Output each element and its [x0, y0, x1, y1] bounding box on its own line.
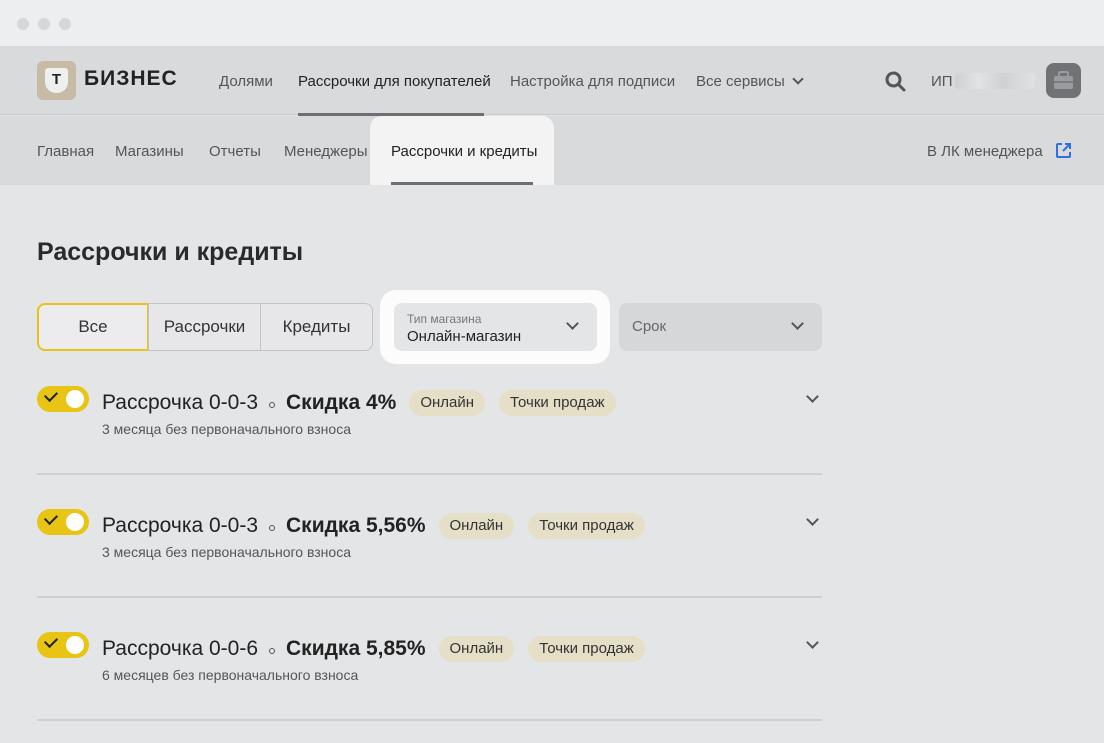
topnav-item-all-services[interactable]: Все сервисы [696, 73, 804, 90]
window-maximize-dot[interactable] [59, 18, 71, 30]
offer-toggle[interactable] [37, 386, 89, 412]
subnav-active-underline [391, 182, 533, 185]
list-item: Рассрочка 0-0-3 Скидка 5,56% Онлайн Точк… [37, 509, 822, 599]
check-icon [43, 633, 59, 649]
chip-online: Онлайн [438, 513, 515, 539]
user-name-redacted [955, 73, 1035, 89]
external-link-icon[interactable] [1055, 142, 1072, 159]
window-close-dot[interactable] [17, 18, 29, 30]
chip-pos: Точки продаж [499, 390, 616, 416]
check-icon [43, 387, 59, 403]
separator-dot-icon [269, 648, 276, 654]
offer-toggle[interactable] [37, 632, 89, 658]
subnav-active-label: Рассрочки и кредиты [391, 143, 538, 160]
chip-pos: Точки продаж [528, 636, 645, 662]
offer-description: 3 месяца без первоначального взноса [102, 421, 351, 437]
divider [37, 473, 822, 475]
store-type-select[interactable]: Тип магазина Онлайн-магазин [394, 303, 597, 351]
check-icon [43, 510, 59, 526]
offer-title: Рассрочка 0-0-6 Скидка 5,85% Онлайн Точк… [102, 636, 645, 662]
manager-cabinet-link[interactable]: В ЛК менеджера [927, 143, 1043, 160]
offer-description: 6 месяцев без первоначального взноса [102, 667, 359, 683]
list-item: Рассрочка 0-0-6 Скидка 5,85% Онлайн Точк… [37, 632, 822, 722]
term-placeholder: Срок [632, 318, 667, 335]
user-prefix[interactable]: ИП [931, 73, 953, 90]
offer-name: Рассрочка 0-0-3 [102, 391, 259, 414]
expand-chevron-icon[interactable] [806, 513, 819, 526]
list-item: Рассрочка 0-0-3 Скидка 4% Онлайн Точки п… [37, 386, 822, 476]
offer-name: Рассрочка 0-0-6 [102, 637, 259, 660]
segment-all[interactable]: Все [37, 303, 149, 351]
chevron-down-icon [792, 73, 804, 85]
store-type-highlight: Тип магазина Онлайн-магазин [380, 290, 610, 364]
expand-chevron-icon[interactable] [806, 390, 819, 403]
offer-name: Рассрочка 0-0-3 [102, 514, 259, 537]
store-type-value: Онлайн-магазин [407, 328, 522, 345]
subnav-item-stores[interactable]: Магазины [115, 143, 184, 160]
divider [37, 596, 822, 598]
all-services-label: Все сервисы [696, 73, 785, 90]
offer-title: Рассрочка 0-0-3 Скидка 5,56% Онлайн Точк… [102, 513, 645, 539]
chevron-down-icon [791, 317, 804, 330]
separator-dot-icon [269, 402, 276, 408]
topnav-item-signature[interactable]: Настройка для подписи [510, 73, 675, 90]
subnav-item-home[interactable]: Главная [37, 143, 94, 160]
expand-chevron-icon[interactable] [806, 636, 819, 649]
toggle-knob [66, 636, 84, 654]
logo-letter: Т [45, 68, 68, 93]
separator-dot-icon [269, 525, 276, 531]
topnav-item-installments[interactable]: Рассрочки для покупателей [298, 73, 491, 90]
offer-toggle[interactable] [37, 509, 89, 535]
sub-navigation: Главная Магазины Отчеты Менеджеры Рассро… [0, 116, 1104, 185]
topnav-item-dolyami[interactable]: Долями [219, 73, 273, 90]
subnav-item-managers[interactable]: Менеджеры [284, 143, 368, 160]
offer-discount: Скидка 5,85% [286, 637, 426, 660]
briefcase-icon [1054, 71, 1073, 89]
subnav-item-installments-credits[interactable]: Рассрочки и кредиты [370, 116, 554, 185]
top-header: Т БИЗНЕС Долями Рассрочки для покупателе… [0, 46, 1104, 116]
chip-online: Онлайн [409, 390, 486, 416]
avatar[interactable] [1046, 63, 1081, 98]
term-select[interactable]: Срок [619, 303, 822, 351]
logo-icon[interactable]: Т [37, 61, 76, 100]
toggle-knob [66, 390, 84, 408]
offer-description: 3 месяца без первоначального взноса [102, 544, 351, 560]
segment-installments[interactable]: Рассрочки [148, 303, 261, 351]
offer-discount: Скидка 5,56% [286, 514, 426, 537]
search-icon[interactable] [885, 71, 906, 92]
page-title: Рассрочки и кредиты [37, 238, 304, 266]
window-titlebar [0, 0, 1104, 46]
chip-online: Онлайн [438, 636, 515, 662]
chip-pos: Точки продаж [528, 513, 645, 539]
offer-title: Рассрочка 0-0-3 Скидка 4% Онлайн Точки п… [102, 390, 616, 416]
divider [37, 719, 822, 721]
subnav-item-reports[interactable]: Отчеты [209, 143, 261, 160]
window-minimize-dot[interactable] [38, 18, 50, 30]
logo-text[interactable]: БИЗНЕС [84, 67, 178, 91]
offer-discount: Скидка 4% [286, 391, 397, 414]
store-type-label: Тип магазина [407, 312, 482, 326]
segment-credits[interactable]: Кредиты [260, 303, 373, 351]
chevron-down-icon [566, 317, 579, 330]
toggle-knob [66, 513, 84, 531]
